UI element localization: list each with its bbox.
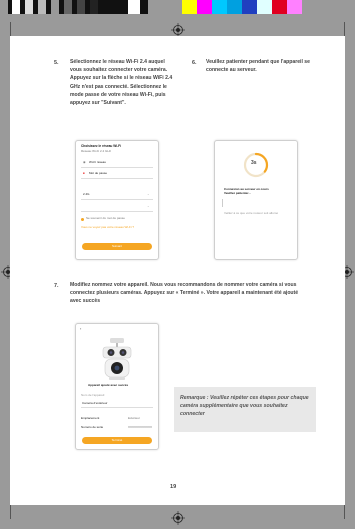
wifi-extra-field[interactable]: ⌄ [81,203,153,212]
camera-illustration [102,338,132,380]
wifi-band-value: 2.4G [83,192,90,196]
wifi-help-link[interactable]: Vous ne voyez pas votre réseau Wi-Fi ? [81,225,134,230]
color-swatch [182,0,197,14]
device-name-value: Caméra d'extérieur [82,401,108,405]
wifi-band-field[interactable]: 2.4G ⌄ [81,191,153,200]
gray-swatch [12,0,20,14]
color-swatch [227,0,242,14]
connecting-line2: Veuillez patienter... [224,191,251,195]
wifi-icon: ◉ [83,160,86,164]
gray-swatch [77,0,85,14]
color-swatch [257,0,272,14]
remember-checkbox[interactable] [81,218,84,221]
color-swatch [287,0,302,14]
wifi-network-label: Wi-Fi réseau [89,160,107,164]
remember-label: Se souvenir du mot de passe [86,216,125,220]
gray-swatch [38,0,46,14]
color-swatch [212,0,227,14]
divider [222,199,223,207]
step-5-text: Sélectionnez le réseau Wi-Fi 2.4 auquel … [70,59,173,107]
chevron-down-icon: ⌄ [147,204,150,208]
wifi-password-field[interactable]: ■ Mot de passe [81,170,153,179]
serial-label: Numéro de série [81,425,104,429]
phone-screen-wifi: Choisissez le réseau Wi-Fi Réseau Wi-Fi … [75,140,159,260]
color-swatch [272,0,287,14]
connecting-line3: Veillez à ce que votre routeur soit allu… [224,211,279,215]
step-7-text: Modifiez nommez votre appareil. Nous vou… [70,282,299,305]
note-text: Remarque : Veuillez répéter ces étapes p… [180,395,309,417]
crop-mark [10,22,11,36]
device-name-input[interactable]: Caméra d'extérieur [81,399,153,408]
registration-mark-top [171,23,185,37]
crop-mark [344,505,345,519]
gray-swatch [90,0,98,14]
color-swatch [197,0,212,14]
manual-page [10,36,345,505]
step-5-number: 5. [54,60,59,66]
gray-swatch [51,0,59,14]
step-6-number: 6. [192,60,197,66]
location-value[interactable]: Extérieur [128,416,140,421]
wifi-network-field[interactable]: ◉ Wi-Fi réseau [81,159,153,168]
crop-mark [344,22,345,36]
step-6-text: Veuillez patienter pendant que l'apparei… [206,59,310,74]
serial-value: XXXXXXXXXXXX [128,425,153,429]
wifi-password-label: Mot de passe [89,171,108,175]
gray-swatch [64,0,72,14]
registration-mark-bottom [171,511,185,525]
location-label: Emplacement [81,416,100,420]
added-caption: Appareil ajouté avec succès [88,383,129,387]
gray-swatch [128,0,140,14]
step-7-number: 7. [54,283,59,289]
device-name-label: Nom de l'appareil [81,393,105,397]
back-icon[interactable]: ‹ [80,327,81,331]
chevron-down-icon: ⌄ [147,192,150,196]
color-swatch [242,0,257,14]
gray-swatch [25,0,33,14]
lock-icon: ■ [83,171,85,175]
note-box: Remarque : Veuillez répéter ces étapes p… [174,387,316,432]
crop-mark [10,505,11,519]
done-button[interactable]: Terminé [82,437,152,444]
page-number: 19 [170,484,177,490]
phone-screen-connecting: 3s Connexion au serveur en cours Veuille… [214,140,298,260]
progress-value: 3s [251,160,257,166]
wifi-subtitle: Réseau Wi-Fi 2.4 GHz [81,149,112,153]
phone-screen-added: ‹ Appareil ajouté avec succès Nom de l'a… [75,323,159,450]
next-button[interactable]: Suivant [82,243,152,250]
